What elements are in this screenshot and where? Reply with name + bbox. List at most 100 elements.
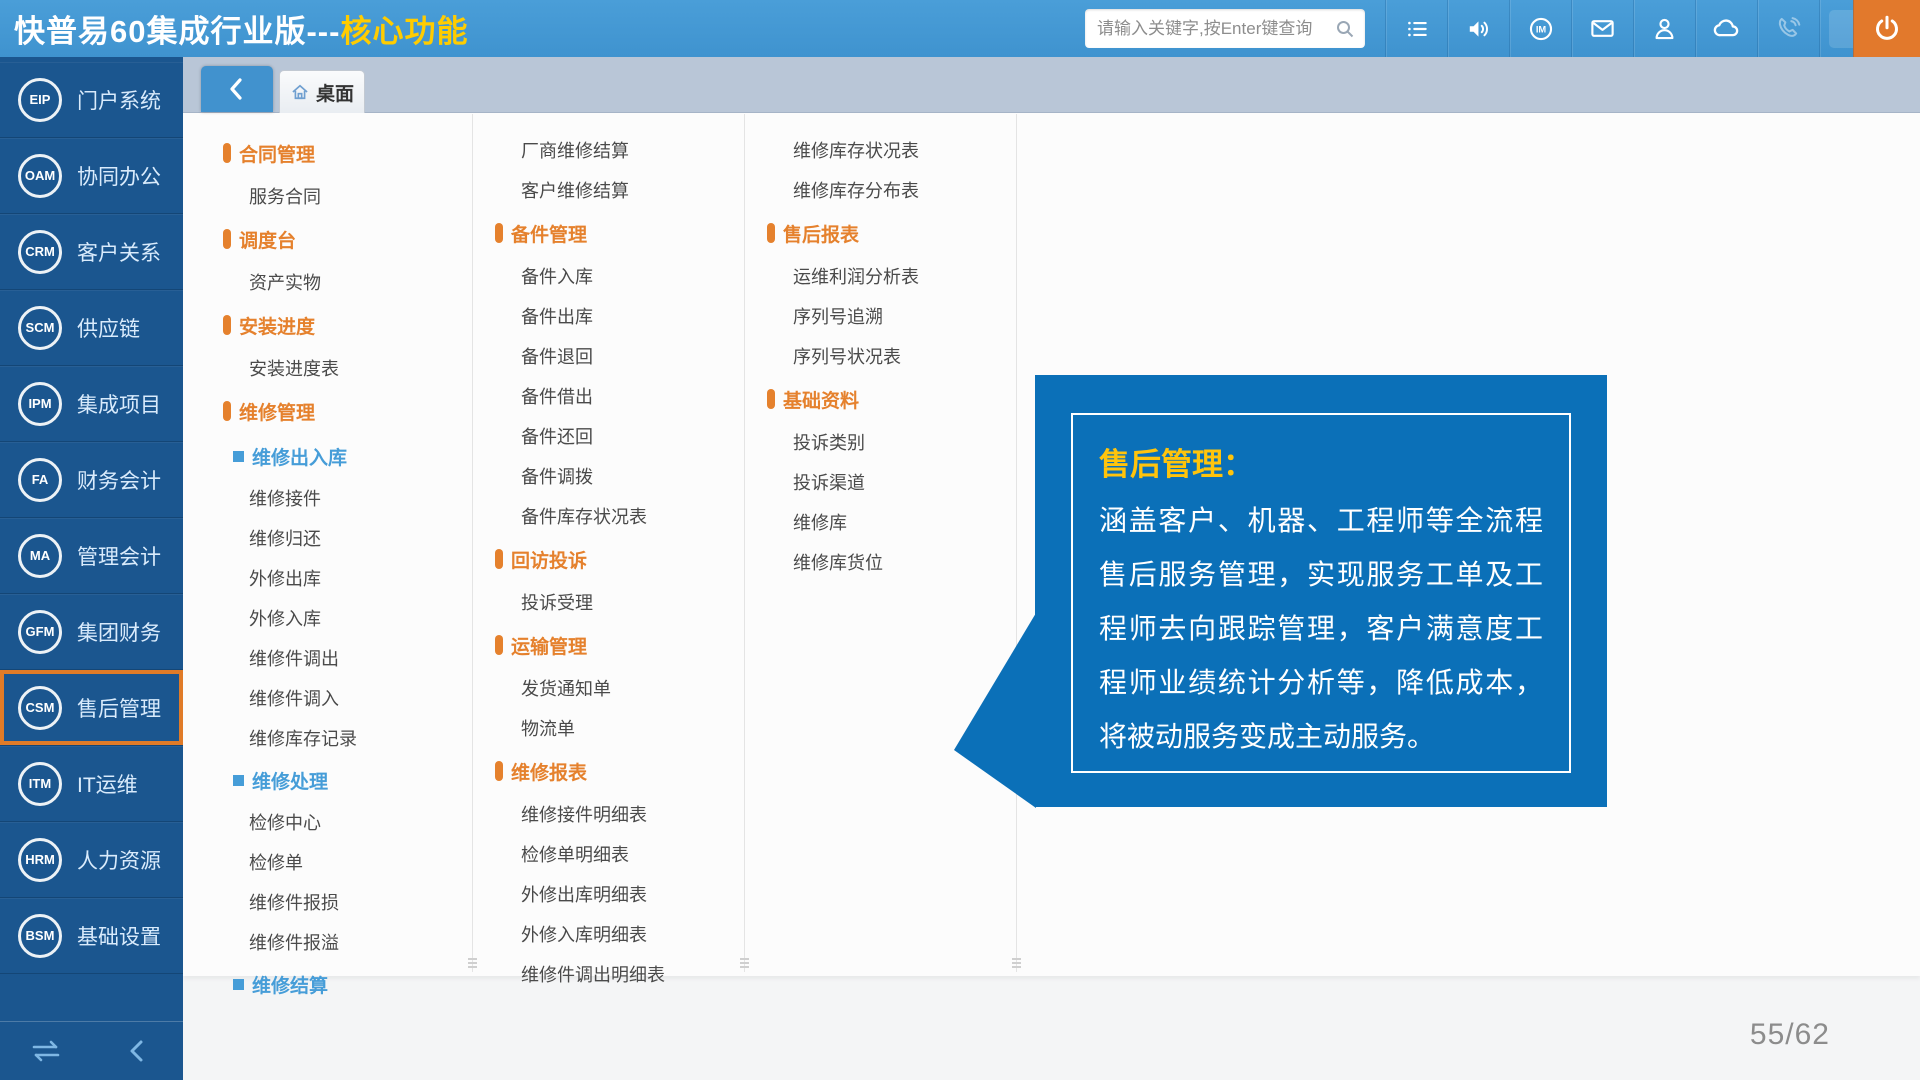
- menu-label: 维修件调出: [249, 645, 339, 671]
- sidebar-item-crm[interactable]: CRM客户关系: [0, 214, 183, 290]
- menu-item[interactable]: 物流单: [495, 708, 735, 748]
- menu-item[interactable]: 发货通知单: [495, 668, 735, 708]
- column-divider[interactable]: [744, 114, 745, 972]
- menu-group-header[interactable]: 运输管理: [495, 622, 735, 668]
- menu-item[interactable]: 序列号追溯: [767, 296, 1007, 336]
- cloud-icon[interactable]: [1695, 0, 1757, 57]
- menu-label: 投诉渠道: [793, 469, 865, 495]
- menu-item[interactable]: 备件还回: [495, 416, 735, 456]
- menu-group-header[interactable]: 安装进度: [223, 302, 463, 348]
- callout-body: 涵盖客户、机器、工程师等全流程售后服务管理，实现服务工单及工程师去向跟踪管理，客…: [1099, 494, 1543, 764]
- menu-item[interactable]: 维修库货位: [767, 542, 1007, 582]
- menu-item[interactable]: 维修接件: [223, 478, 463, 518]
- menu-subgroup-header[interactable]: 维修出入库: [223, 434, 463, 478]
- sidebar-item-ma[interactable]: MA管理会计: [0, 518, 183, 594]
- menu-item[interactable]: 资产实物: [223, 262, 463, 302]
- menu-item[interactable]: 服务合同: [223, 176, 463, 216]
- menu-item[interactable]: 序列号状况表: [767, 336, 1007, 376]
- menu-group-header[interactable]: 备件管理: [495, 210, 735, 256]
- menu-item[interactable]: 外修出库明细表: [495, 874, 735, 914]
- menu-item[interactable]: 备件调拨: [495, 456, 735, 496]
- column-divider[interactable]: [472, 114, 473, 972]
- menu-group-header[interactable]: 回访投诉: [495, 536, 735, 582]
- menu-item[interactable]: 维修件调入: [223, 678, 463, 718]
- list-icon[interactable]: [1385, 0, 1447, 57]
- sidebar-item-csm[interactable]: CSM售后管理: [0, 670, 183, 746]
- menu-item[interactable]: 外修入库明细表: [495, 914, 735, 954]
- menu-item[interactable]: 维修库存分布表: [767, 170, 1007, 210]
- blue-square-marker: [233, 979, 244, 990]
- menu-item[interactable]: 维修库存记录: [223, 718, 463, 758]
- sidebar-item-bsm[interactable]: BSM基础设置: [0, 898, 183, 974]
- sidebar-item-oam[interactable]: OAM协同办公: [0, 138, 183, 214]
- menu-item[interactable]: 运维利润分析表: [767, 256, 1007, 296]
- speaker-icon[interactable]: [1447, 0, 1509, 57]
- menu-item[interactable]: 维修库: [767, 502, 1007, 542]
- column-divider[interactable]: [1016, 114, 1017, 972]
- menu-label: 外修入库: [249, 605, 321, 631]
- search-icon[interactable]: [1325, 9, 1365, 48]
- module-label: 基础设置: [77, 921, 161, 951]
- menu-group-header[interactable]: 售后报表: [767, 210, 1007, 256]
- sidebar-item-hrm[interactable]: HRM人力资源: [0, 822, 183, 898]
- menu-label: 运维利润分析表: [793, 263, 919, 289]
- menu-item[interactable]: 备件退回: [495, 336, 735, 376]
- menu-subgroup-header[interactable]: 维修结算: [223, 962, 463, 1006]
- menu-item[interactable]: 外修出库: [223, 558, 463, 598]
- phone-icon[interactable]: [1757, 0, 1819, 57]
- menu-item[interactable]: 备件入库: [495, 256, 735, 296]
- menu-group-header[interactable]: 调度台: [223, 216, 463, 262]
- menu-item[interactable]: 维修件报溢: [223, 922, 463, 962]
- collapse-sidebar-icon[interactable]: [92, 1037, 184, 1065]
- module-label: 供应链: [77, 313, 140, 343]
- menu-subgroup-header[interactable]: 维修处理: [223, 758, 463, 802]
- back-button[interactable]: [201, 66, 273, 112]
- sidebar-item-fa[interactable]: FA财务会计: [0, 442, 183, 518]
- menu-item[interactable]: 备件库存状况表: [495, 496, 735, 536]
- menu-column-3: 维修库存状况表维修库存分布表售后报表运维利润分析表序列号追溯序列号状况表基础资料…: [767, 130, 1007, 582]
- sidebar-item-ipm[interactable]: IPM集成项目: [0, 366, 183, 442]
- menu-label: 外修出库: [249, 565, 321, 591]
- menu-item[interactable]: 维修件调出明细表: [495, 954, 735, 994]
- menu-label: 物流单: [521, 715, 575, 741]
- app-title-accent: 核心功能: [340, 14, 468, 49]
- menu-item[interactable]: 投诉渠道: [767, 462, 1007, 502]
- user-icon[interactable]: [1633, 0, 1695, 57]
- menu-label: 维修件调出明细表: [521, 961, 665, 987]
- menu-item[interactable]: 投诉受理: [495, 582, 735, 622]
- power-button[interactable]: [1853, 0, 1920, 57]
- menu-item[interactable]: 维修库存状况表: [767, 130, 1007, 170]
- menu-label: 维修结算: [252, 971, 328, 998]
- switch-mode-icon[interactable]: [0, 1037, 92, 1065]
- menu-item[interactable]: 检修中心: [223, 802, 463, 842]
- sidebar-item-gfm[interactable]: GFM集团财务: [0, 594, 183, 670]
- menu-group-header[interactable]: 维修报表: [495, 748, 735, 794]
- im-icon[interactable]: IM: [1509, 0, 1571, 57]
- menu-group-header[interactable]: 维修管理: [223, 388, 463, 434]
- menu-item[interactable]: 客户维修结算: [495, 170, 735, 210]
- menu-item[interactable]: 维修件调出: [223, 638, 463, 678]
- menu-item[interactable]: 备件出库: [495, 296, 735, 336]
- menu-group-header[interactable]: 合同管理: [223, 130, 463, 176]
- module-badge-ma: MA: [18, 534, 62, 578]
- menu-item[interactable]: 检修单: [223, 842, 463, 882]
- menu-label: 维修出入库: [252, 443, 347, 470]
- sidebar-item-itm[interactable]: ITMIT运维: [0, 746, 183, 822]
- menu-item[interactable]: 外修入库: [223, 598, 463, 638]
- menu-item[interactable]: 投诉类别: [767, 422, 1007, 462]
- menu-item[interactable]: 检修单明细表: [495, 834, 735, 874]
- menu-item[interactable]: 备件借出: [495, 376, 735, 416]
- menu-item[interactable]: 厂商维修结算: [495, 130, 735, 170]
- menu-item[interactable]: 维修归还: [223, 518, 463, 558]
- search-input[interactable]: [1085, 19, 1325, 39]
- tab-desktop[interactable]: 桌面: [279, 70, 365, 113]
- menu-item[interactable]: 维修件报损: [223, 882, 463, 922]
- menu-item[interactable]: 安装进度表: [223, 348, 463, 388]
- sidebar-item-scm[interactable]: SCM供应链: [0, 290, 183, 366]
- topbar-icons: IM: [1385, 0, 1881, 57]
- menu-item[interactable]: 维修接件明细表: [495, 794, 735, 834]
- sidebar-item-eip[interactable]: EIP门户系统: [0, 62, 183, 138]
- menu-label: 检修单: [249, 849, 303, 875]
- menu-group-header[interactable]: 基础资料: [767, 376, 1007, 422]
- mail-icon[interactable]: [1571, 0, 1633, 57]
